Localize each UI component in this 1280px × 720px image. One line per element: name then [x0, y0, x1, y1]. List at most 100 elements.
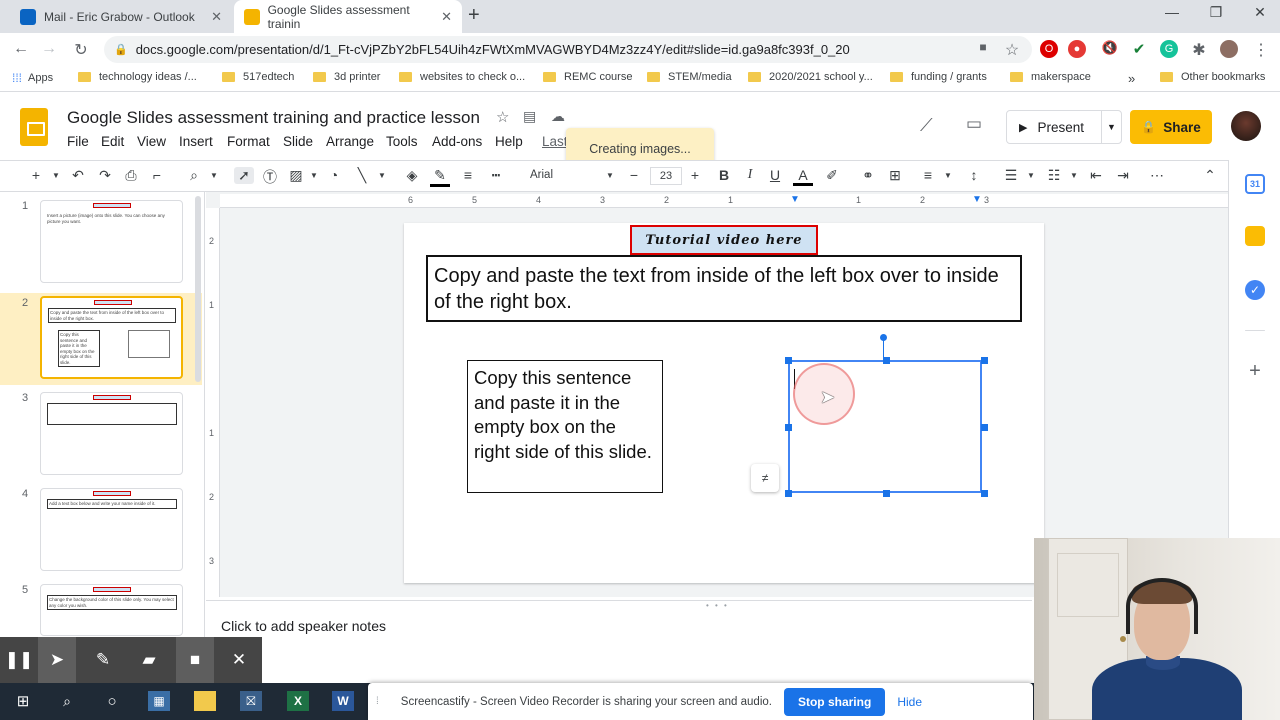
bookmark-folder[interactable]: technology ideas /... [78, 71, 197, 83]
mute-icon[interactable]: 🔇 [1099, 40, 1121, 56]
resize-handle[interactable] [981, 490, 988, 497]
cortana-icon[interactable]: ○ [101, 691, 123, 711]
tab-outlook-mail[interactable]: Mail - Eric Grabow - Outlook ✕ [10, 0, 232, 33]
bookmark-folder[interactable]: STEM/media [647, 71, 732, 83]
menu-edit[interactable]: Edit [101, 134, 124, 149]
store-icon[interactable]: ⛝ [240, 691, 262, 711]
border-color-icon[interactable]: ✎ [430, 167, 450, 187]
bookmark-folder[interactable]: funding / grants [890, 71, 987, 83]
resize-handle[interactable] [883, 490, 890, 497]
font-name-select[interactable]: Arial [530, 169, 553, 181]
windows-start-icon[interactable]: ⊞ [12, 691, 34, 711]
filmstrip-scrollbar[interactable] [195, 196, 201, 382]
calendar-icon[interactable]: 31 [1245, 174, 1265, 194]
checkmark-extension-icon[interactable]: ✔ [1130, 40, 1148, 58]
fill-color-icon[interactable]: ◈ [402, 167, 422, 184]
resize-handle[interactable] [785, 490, 792, 497]
get-addons-plus-icon[interactable]: + [1245, 360, 1265, 382]
decrease-font-icon[interactable]: − [624, 167, 644, 183]
bookmark-folder[interactable]: REMC course [543, 71, 632, 83]
chrome-menu-icon[interactable]: ⋮ [1250, 40, 1272, 60]
more-options-icon[interactable]: ⋯ [1147, 167, 1167, 184]
camera-icon[interactable]: ■ [972, 40, 994, 54]
italic-icon[interactable]: I [740, 167, 760, 183]
eraser-tool-icon[interactable]: ▰ [134, 647, 164, 673]
slide-thumbnail-3[interactable] [40, 392, 183, 475]
shape-icon[interactable]: ◔ [324, 167, 344, 183]
resize-handle[interactable] [785, 357, 792, 364]
text-box-icon[interactable]: Ⓣ [260, 167, 280, 187]
increase-font-icon[interactable]: + [685, 167, 705, 183]
forward-arrow-icon[interactable]: → [38, 40, 60, 58]
print-icon[interactable]: ⎙ [121, 167, 141, 184]
profile-avatar[interactable] [1220, 40, 1238, 58]
present-button[interactable]: ▶ Present ▼ [1006, 110, 1122, 144]
google-slides-logo[interactable] [20, 108, 48, 146]
pointer-tool-icon[interactable]: ➤ [38, 637, 76, 683]
bulleted-list-icon[interactable]: ☷ [1044, 167, 1064, 184]
speaker-notes-toggle-icon[interactable]: ≠ [751, 464, 779, 492]
underline-icon[interactable]: U [765, 167, 785, 183]
add-comment-icon[interactable]: ⊞ [885, 167, 905, 184]
font-dropdown-icon[interactable]: ▼ [600, 171, 620, 180]
collapse-toolbar-icon[interactable]: ⌃ [1200, 167, 1220, 184]
activity-trend-icon[interactable]: ⟋ [920, 115, 933, 136]
line-icon[interactable]: ╲ [352, 167, 372, 184]
decrease-indent-icon[interactable]: ⇤ [1086, 167, 1106, 184]
speaker-notes-placeholder[interactable]: Click to add speaker notes [221, 618, 386, 634]
close-tab-icon[interactable]: ✕ [441, 9, 452, 25]
extensions-puzzle-icon[interactable]: ✱ [1188, 40, 1210, 60]
drag-grip-icon[interactable]: ⁞ [376, 696, 379, 707]
close-controls-icon[interactable]: ✕ [224, 647, 254, 673]
excel-icon[interactable]: X [287, 691, 309, 711]
bookmark-folder[interactable]: websites to check o... [399, 71, 525, 83]
redo-icon[interactable]: ↷ [95, 167, 115, 184]
tasks-icon[interactable]: ✓ [1245, 280, 1265, 300]
line-dropdown-icon[interactable]: ▼ [372, 171, 392, 180]
line-spacing-icon[interactable]: ↕ [964, 167, 984, 183]
share-button[interactable]: 🔒 Share [1130, 110, 1212, 144]
search-icon[interactable]: ⌕ [56, 691, 78, 711]
last-edit-link[interactable]: Last [542, 134, 568, 149]
rotate-handle[interactable] [880, 334, 887, 341]
calculator-icon[interactable]: ▦ [148, 691, 170, 711]
bold-icon[interactable]: B [714, 167, 734, 183]
minimize-icon[interactable]: — [1152, 4, 1192, 20]
menu-help[interactable]: Help [495, 134, 523, 149]
align-icon[interactable]: ≡ [918, 167, 938, 183]
zoom-dropdown-icon[interactable]: ▼ [204, 171, 224, 180]
bookmark-folder[interactable]: 517edtech [222, 71, 294, 83]
instruction-text-box[interactable]: Copy and paste the text from inside of t… [426, 255, 1022, 322]
zoom-icon[interactable]: ⌕ [184, 167, 204, 184]
bulleted-list-dropdown-icon[interactable]: ▼ [1064, 171, 1084, 180]
reload-icon[interactable]: ↻ [70, 40, 92, 60]
bookmark-apps[interactable]: ⁞⁞⁞ Apps [12, 71, 53, 85]
document-title[interactable]: Google Slides assessment training and pr… [67, 108, 480, 128]
record-extension-icon[interactable]: ● [1068, 40, 1086, 58]
menu-slide[interactable]: Slide [283, 134, 313, 149]
align-dropdown-icon[interactable]: ▼ [938, 171, 958, 180]
bookmark-star-icon[interactable]: ☆ [1001, 40, 1023, 60]
indent-marker-icon[interactable]: ▼ [790, 194, 800, 205]
hide-button[interactable]: Hide [897, 695, 922, 709]
menu-add-ons[interactable]: Add-ons [432, 134, 482, 149]
slide-thumbnail-1[interactable]: Insert a picture (image) onto this slide… [40, 200, 183, 283]
speaker-notes-panel[interactable]: • • • Click to add speaker notes [206, 600, 1032, 680]
file-explorer-icon[interactable] [194, 691, 216, 711]
text-color-icon[interactable]: A [793, 167, 813, 186]
bookmark-folder[interactable]: 3d printer [313, 71, 380, 83]
increase-indent-icon[interactable]: ⇥ [1113, 167, 1133, 184]
slide-thumbnail-4[interactable]: Add a text box below and write your name… [40, 488, 183, 571]
cloud-status-icon[interactable]: ☁ [551, 108, 565, 125]
pause-icon[interactable]: ❚❚ [4, 647, 34, 673]
window-close-icon[interactable]: ✕ [1240, 4, 1280, 21]
highlight-icon[interactable]: ✐ [822, 167, 842, 184]
pen-tool-icon[interactable]: ✎ [88, 647, 118, 673]
keep-icon[interactable] [1245, 226, 1265, 246]
back-arrow-icon[interactable]: ← [10, 40, 32, 58]
slide-thumbnail-2[interactable]: Copy and paste the text from inside of t… [40, 296, 183, 379]
resize-handle[interactable] [883, 357, 890, 364]
paint-format-icon[interactable]: ⌐ [147, 167, 167, 183]
menu-format[interactable]: Format [227, 134, 270, 149]
word-icon[interactable]: W [332, 691, 354, 711]
